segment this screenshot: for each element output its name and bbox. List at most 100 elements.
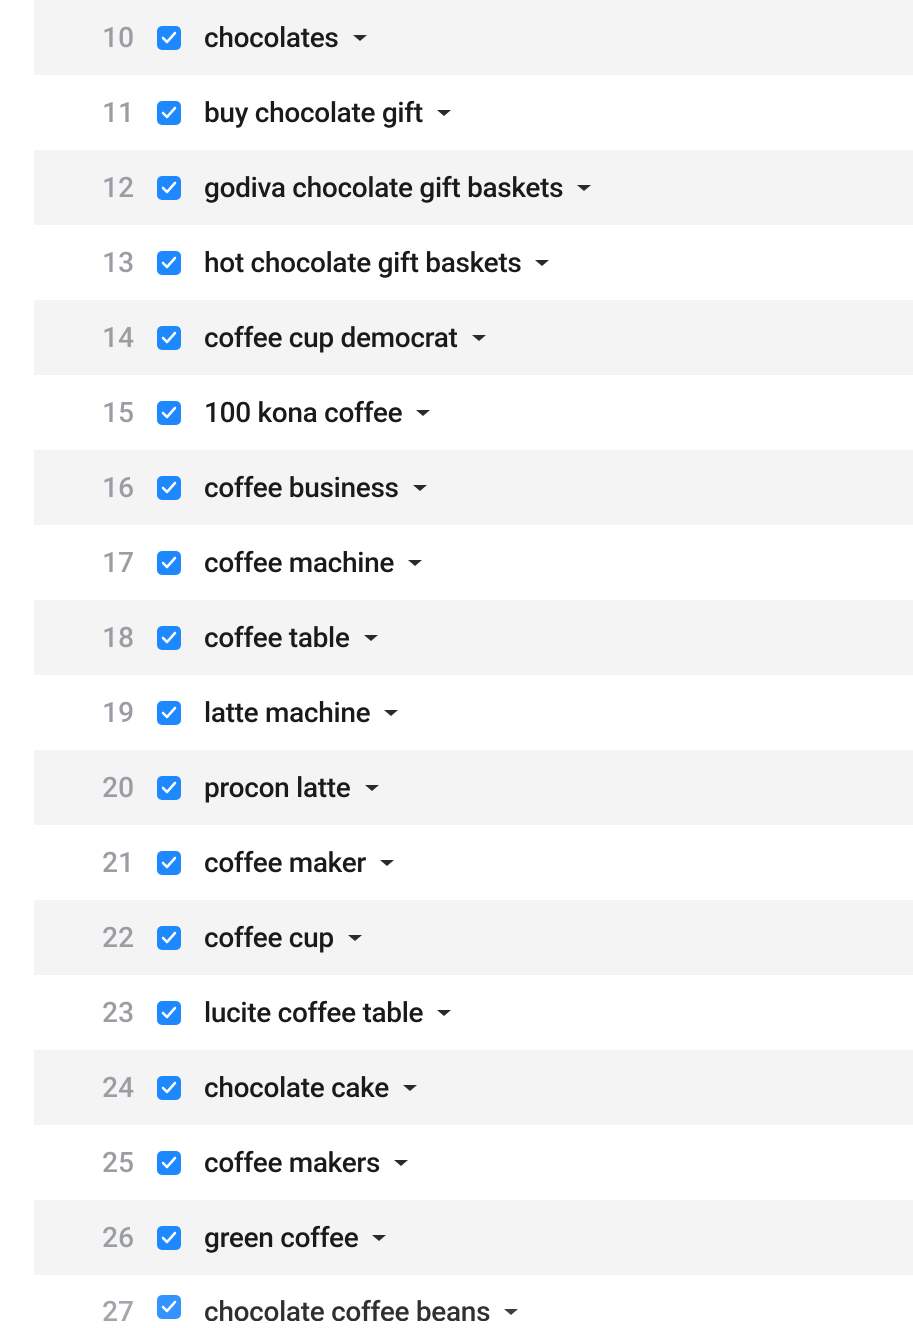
keyword-label: coffee machine xyxy=(204,546,394,579)
row-checkbox[interactable] xyxy=(157,26,181,50)
row-checkbox[interactable] xyxy=(157,1226,181,1250)
keyword-dropdown[interactable]: 100 kona coffee xyxy=(204,396,432,429)
keyword-label: procon latte xyxy=(204,771,351,804)
keyword-dropdown[interactable]: coffee machine xyxy=(204,546,424,579)
row-number: 21 xyxy=(34,846,134,879)
keyword-dropdown[interactable]: chocolate cake xyxy=(204,1071,419,1104)
row-number: 16 xyxy=(34,471,134,504)
keyword-dropdown[interactable]: coffee table xyxy=(204,621,380,654)
checkmark-icon xyxy=(161,705,177,721)
row-checkbox[interactable] xyxy=(157,926,181,950)
keyword-dropdown[interactable]: buy chocolate gift xyxy=(204,96,453,129)
table-row: 14 coffee cup democrat xyxy=(34,300,913,375)
row-checkbox[interactable] xyxy=(157,1001,181,1025)
row-checkbox[interactable] xyxy=(157,851,181,875)
row-number: 23 xyxy=(34,996,134,1029)
keyword-dropdown[interactable]: lucite coffee table xyxy=(204,996,453,1029)
table-row: 12 godiva chocolate gift baskets xyxy=(34,150,913,225)
row-number: 19 xyxy=(34,696,134,729)
row-checkbox[interactable] xyxy=(157,776,181,800)
checkbox-cell xyxy=(134,926,204,950)
chevron-down-icon xyxy=(406,557,424,569)
row-checkbox[interactable] xyxy=(157,176,181,200)
table-row: 11 buy chocolate gift xyxy=(34,75,913,150)
checkmark-icon xyxy=(161,555,177,571)
checkbox-cell xyxy=(134,26,204,50)
chevron-down-icon xyxy=(392,1157,410,1169)
keyword-label: coffee maker xyxy=(204,846,366,879)
row-checkbox[interactable] xyxy=(157,701,181,725)
row-number: 24 xyxy=(34,1071,134,1104)
row-number: 26 xyxy=(34,1221,134,1254)
chevron-down-icon xyxy=(502,1306,520,1318)
row-checkbox[interactable] xyxy=(157,476,181,500)
row-checkbox[interactable] xyxy=(157,1151,181,1175)
checkbox-cell xyxy=(134,776,204,800)
keyword-dropdown[interactable]: latte machine xyxy=(204,696,400,729)
row-number: 22 xyxy=(34,921,134,954)
checkmark-icon xyxy=(161,780,177,796)
row-checkbox[interactable] xyxy=(157,551,181,575)
keyword-dropdown[interactable]: coffee maker xyxy=(204,846,396,879)
row-checkbox[interactable] xyxy=(157,626,181,650)
keyword-dropdown[interactable]: green coffee xyxy=(204,1221,388,1254)
keyword-dropdown[interactable]: godiva chocolate gift baskets xyxy=(204,171,593,204)
keyword-dropdown[interactable]: procon latte xyxy=(204,771,381,804)
chevron-down-icon xyxy=(533,257,551,269)
checkbox-cell xyxy=(134,176,204,200)
checkmark-icon xyxy=(161,1299,177,1315)
row-checkbox[interactable] xyxy=(157,326,181,350)
chevron-down-icon xyxy=(346,932,364,944)
table-row: 15 100 kona coffee xyxy=(34,375,913,450)
keyword-dropdown[interactable]: coffee cup xyxy=(204,921,364,954)
checkmark-icon xyxy=(161,930,177,946)
checkbox-cell xyxy=(134,401,204,425)
checkmark-icon xyxy=(161,255,177,271)
table-row: 16 coffee business xyxy=(34,450,913,525)
checkbox-cell xyxy=(134,851,204,875)
keyword-label: latte machine xyxy=(204,696,370,729)
row-number: 11 xyxy=(34,96,134,129)
keyword-dropdown[interactable]: coffee cup democrat xyxy=(204,321,488,354)
row-checkbox[interactable] xyxy=(157,101,181,125)
checkbox-cell xyxy=(134,701,204,725)
keyword-label: coffee business xyxy=(204,471,399,504)
checkmark-icon xyxy=(161,1080,177,1096)
row-number: 18 xyxy=(34,621,134,654)
row-checkbox[interactable] xyxy=(157,1295,181,1319)
chevron-down-icon xyxy=(401,1082,419,1094)
checkmark-icon xyxy=(161,630,177,646)
checkmark-icon xyxy=(161,330,177,346)
table-row: 25 coffee makers xyxy=(34,1125,913,1200)
row-checkbox[interactable] xyxy=(157,1076,181,1100)
checkmark-icon xyxy=(161,855,177,871)
table-row: 21 coffee maker xyxy=(34,825,913,900)
keyword-dropdown[interactable]: coffee business xyxy=(204,471,429,504)
row-checkbox[interactable] xyxy=(157,401,181,425)
checkbox-cell xyxy=(134,326,204,350)
checkbox-cell xyxy=(134,1295,204,1319)
table-row: 24 chocolate cake xyxy=(34,1050,913,1125)
keyword-dropdown[interactable]: coffee makers xyxy=(204,1146,410,1179)
checkbox-cell xyxy=(134,1001,204,1025)
row-number: 17 xyxy=(34,546,134,579)
keyword-dropdown[interactable]: chocolate coffee beans xyxy=(204,1295,520,1321)
checkmark-icon xyxy=(161,105,177,121)
chevron-down-icon xyxy=(411,482,429,494)
row-number: 20 xyxy=(34,771,134,804)
chevron-down-icon xyxy=(370,1232,388,1244)
checkmark-icon xyxy=(161,1230,177,1246)
row-checkbox[interactable] xyxy=(157,251,181,275)
keyword-label: buy chocolate gift xyxy=(204,96,423,129)
keyword-label: chocolate cake xyxy=(204,1071,389,1104)
keyword-label: lucite coffee table xyxy=(204,996,423,1029)
keyword-dropdown[interactable]: chocolates xyxy=(204,21,369,54)
row-number: 25 xyxy=(34,1146,134,1179)
keyword-label: godiva chocolate gift baskets xyxy=(204,171,563,204)
chevron-down-icon xyxy=(414,407,432,419)
keyword-label: coffee cup xyxy=(204,921,334,954)
checkmark-icon xyxy=(161,180,177,196)
keyword-label: coffee cup democrat xyxy=(204,321,458,354)
checkmark-icon xyxy=(161,1005,177,1021)
keyword-dropdown[interactable]: hot chocolate gift baskets xyxy=(204,246,551,279)
